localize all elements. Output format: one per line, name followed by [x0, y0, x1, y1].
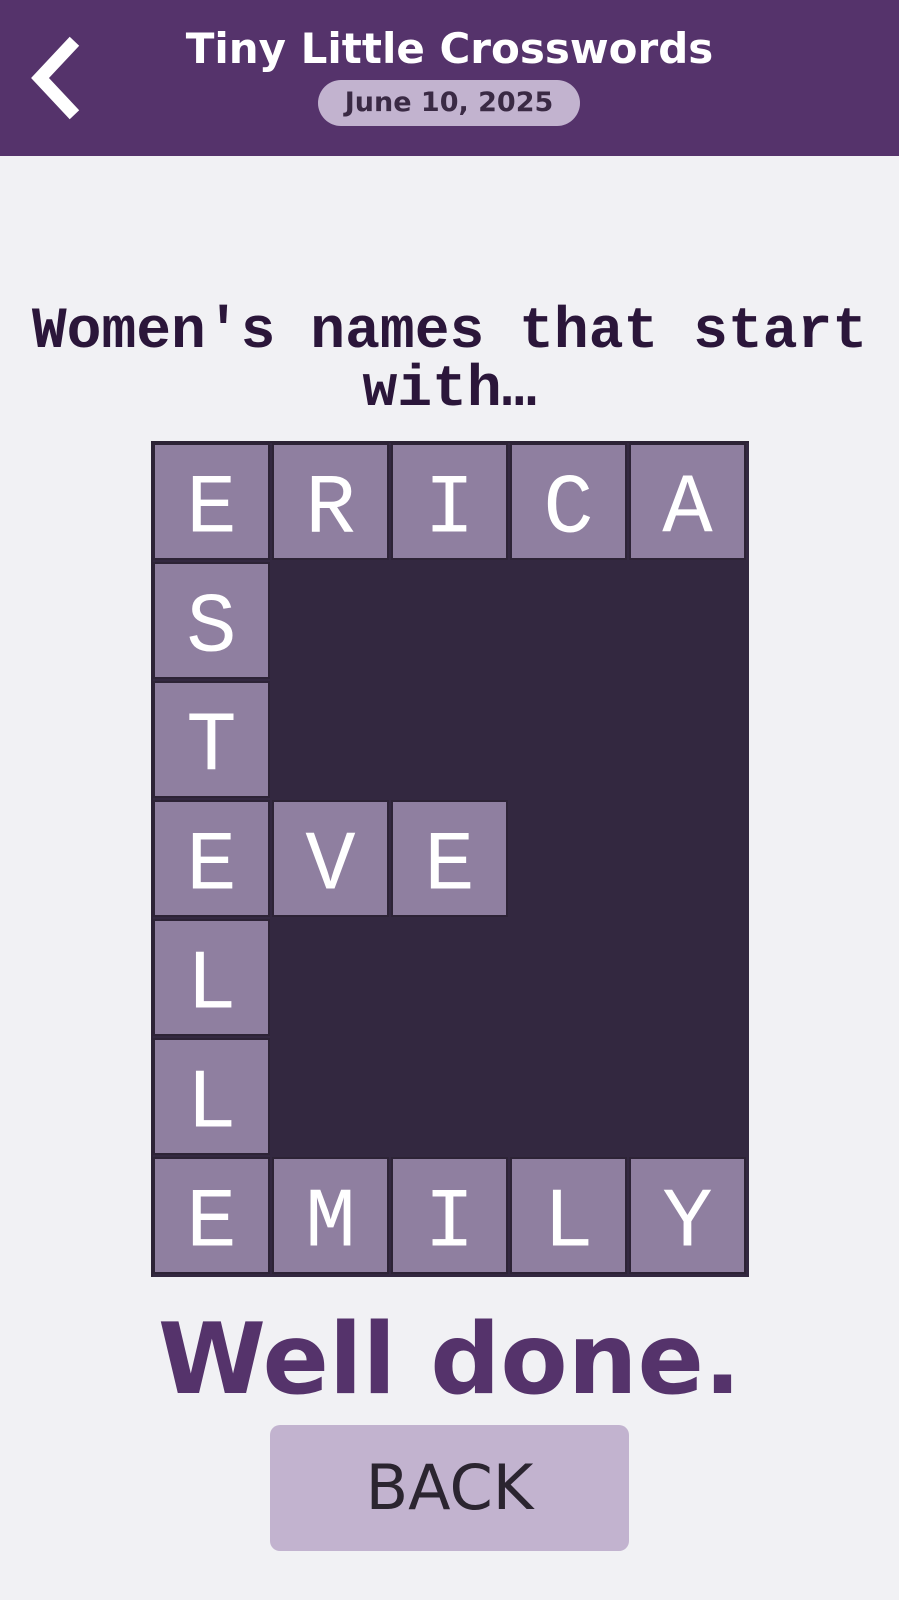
grid-cell-r1-c4[interactable]: C [510, 443, 627, 560]
cell-letter: R [305, 463, 355, 558]
cell-letter: E [186, 1177, 236, 1272]
cell-letter: I [424, 1177, 474, 1272]
crossword-grid: ERICASTEVELLEMILY [151, 441, 749, 1277]
cell-letter: L [186, 939, 236, 1034]
grid-cell-r3-c1[interactable]: T [153, 681, 270, 798]
cell-letter: I [424, 463, 474, 558]
grid-cell-r1-c3[interactable]: I [391, 443, 508, 560]
puzzle-clue: Women's names that start with… [31, 300, 868, 423]
cell-letter: E [186, 463, 236, 558]
cell-letter: A [662, 463, 713, 558]
app-title: Tiny Little Crosswords [185, 24, 714, 73]
grid-cell-r2-c1[interactable]: S [153, 562, 270, 679]
date-badge: June 10, 2025 [318, 80, 580, 126]
cell-letter: M [305, 1177, 355, 1272]
grid-cell-r4-c1[interactable]: E [153, 800, 270, 917]
cell-letter: T [186, 701, 236, 796]
grid-cell-r7-c2[interactable]: M [272, 1157, 389, 1274]
cell-letter: L [186, 1058, 236, 1153]
grid-cell-r6-c1[interactable]: L [153, 1038, 270, 1155]
grid-cell-r7-c5[interactable]: Y [629, 1157, 746, 1274]
grid-cell-r7-c3[interactable]: I [391, 1157, 508, 1274]
success-message: Well done. [157, 1303, 742, 1417]
cell-letter: L [543, 1177, 593, 1272]
app-header: Tiny Little Crosswords June 10, 2025 [0, 0, 899, 156]
grid-cell-r1-c1[interactable]: E [153, 443, 270, 560]
cell-letter: V [305, 820, 355, 915]
cell-letter: E [186, 820, 236, 915]
grid-cell-r5-c1[interactable]: L [153, 919, 270, 1036]
grid-cell-r7-c4[interactable]: L [510, 1157, 627, 1274]
cell-letter: E [424, 820, 474, 915]
crossword-grid-svg: E R I C ASTE V ELLE M I L Y [153, 443, 746, 1274]
cell-letter: Y [662, 1177, 712, 1272]
back-button[interactable]: BACK [270, 1425, 629, 1551]
grid-cell-r1-c2[interactable]: R [272, 443, 389, 560]
grid-cell-r4-c2[interactable]: V [272, 800, 389, 917]
grid-cell-r4-c3[interactable]: E [391, 800, 508, 917]
cell-letter: S [186, 582, 236, 677]
cell-letter: C [543, 463, 593, 558]
grid-cell-r7-c1[interactable]: E [153, 1157, 270, 1274]
grid-cell-r1-c5[interactable]: A [629, 443, 746, 560]
